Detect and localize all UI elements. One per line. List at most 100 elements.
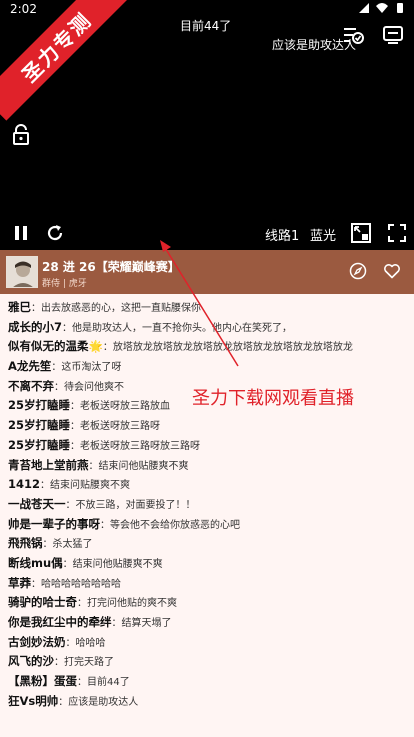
chat-text: 放塔放龙放塔放龙放塔放龙放塔放龙放塔放龙放塔放龙 bbox=[112, 342, 353, 354]
watermark-ribbon: 圣力专测 bbox=[0, 0, 131, 121]
chat-message: 一战苍天一：不放三路，对面要投了！！ bbox=[8, 493, 414, 513]
chat-message: 骑驴的哈士奇：打完问他贴的爽不爽 bbox=[8, 591, 414, 611]
heart-icon bbox=[384, 264, 400, 279]
chat-message: 你是我红尘中的牵绊：结算天塌了 bbox=[8, 611, 414, 631]
status-time: 2:02 bbox=[10, 2, 37, 16]
chat-text: 待会问他爽不 bbox=[64, 381, 124, 393]
fullscreen-icon bbox=[388, 224, 406, 242]
chat-username[interactable]: 雅巳 bbox=[8, 300, 31, 314]
chat-message: 雅巳：出去放惑恶的心，这把一直贴腰保你 bbox=[8, 296, 414, 316]
chat-message: 青苔地上堂前燕：结束问他贴腰爽不爽 bbox=[8, 454, 414, 474]
refresh-button[interactable] bbox=[42, 220, 68, 246]
chat-separator: ： bbox=[70, 421, 81, 433]
chat-username[interactable]: 成长的小7 bbox=[8, 320, 62, 334]
chat-text: 哈哈哈哈哈哈哈哈 bbox=[41, 578, 121, 590]
chat-separator: ： bbox=[40, 480, 51, 492]
wifi-icon bbox=[376, 3, 388, 13]
chat-message: 狂Vs明帅：应该是助攻达人 bbox=[8, 690, 414, 710]
chat-username[interactable]: 草莽 bbox=[8, 576, 31, 590]
chat-text: 杀太猛了 bbox=[52, 539, 93, 551]
chat-separator: ： bbox=[51, 362, 62, 374]
chat-separator: ： bbox=[31, 303, 41, 314]
chat-username[interactable]: 飛飛锅 bbox=[8, 536, 43, 550]
chat-text: 老板送呀放三路呀放三路呀 bbox=[80, 440, 201, 452]
follow-button[interactable] bbox=[383, 262, 401, 284]
chat-separator: ： bbox=[100, 519, 110, 531]
fullscreen-button[interactable] bbox=[384, 220, 410, 246]
line-select[interactable]: 线路1 bbox=[265, 225, 299, 244]
chat-message: 飛飛锅：杀太猛了 bbox=[8, 532, 414, 552]
chat-separator: ： bbox=[102, 342, 113, 354]
chat-username[interactable]: 不离不弃 bbox=[8, 379, 54, 393]
chat-text: 结算天塌了 bbox=[121, 618, 172, 629]
chat-username[interactable]: 1412 bbox=[8, 477, 40, 491]
lock-button[interactable] bbox=[8, 122, 34, 148]
chat-message: 【黑粉】蛋蛋：目前44了 bbox=[8, 670, 414, 690]
chat-separator: ： bbox=[70, 401, 81, 413]
player-top-actions bbox=[340, 22, 406, 48]
chat-separator: ： bbox=[65, 499, 76, 511]
pause-button[interactable] bbox=[8, 220, 34, 246]
room-subtitle: 群侍 | 虎牙 bbox=[42, 279, 87, 289]
chat-separator: ： bbox=[54, 657, 64, 669]
chat-text: 他是助攻达人，一直不抢你头。他内心在笑死了， bbox=[72, 322, 293, 334]
status-icons bbox=[358, 2, 406, 14]
chat-text: 出去放惑恶的心，这把一直贴腰保你 bbox=[41, 303, 201, 314]
chat-username[interactable]: 25岁打瞌睡 bbox=[8, 418, 70, 432]
chat-text: 老板送呀放三路放血 bbox=[80, 401, 171, 413]
chat-username[interactable]: 骑驴的哈士奇 bbox=[8, 595, 77, 609]
chat-message: 1412：结束问贴腰爽不爽 bbox=[8, 473, 414, 493]
chat-message: 25岁打瞌睡：老板送呀放三路呀放三路呀 bbox=[8, 434, 414, 454]
chat-text: 应该是助攻达人 bbox=[68, 696, 139, 708]
chat-separator: ： bbox=[111, 618, 122, 629]
lock-icon bbox=[13, 124, 29, 145]
danmaku-settings-button[interactable] bbox=[340, 22, 366, 48]
chat-username[interactable]: 断线mu偶 bbox=[8, 556, 63, 570]
chat-username[interactable]: 风飞的沙 bbox=[8, 654, 54, 668]
chat-message: 25岁打瞌睡：老板送呀放三路呀 bbox=[8, 414, 414, 434]
chat-username[interactable]: 一战苍天一 bbox=[8, 497, 66, 511]
player-controls: 线路1 蓝光 bbox=[0, 218, 414, 246]
chat-text: 打完天路了 bbox=[64, 657, 114, 669]
chat-separator: ： bbox=[77, 598, 87, 610]
chat-text: 等会他不会给你放惑恶的心吧 bbox=[110, 519, 240, 531]
danmaku-comment: 目前44了 bbox=[180, 19, 232, 33]
chat-separator: ： bbox=[58, 696, 69, 708]
settings-icon bbox=[344, 28, 364, 44]
chat-username[interactable]: 【黑粉】蛋蛋 bbox=[8, 674, 77, 688]
chat-message: 草莽：哈哈哈哈哈哈哈哈 bbox=[8, 572, 414, 592]
chat-username[interactable]: A龙先笙 bbox=[8, 359, 51, 373]
chat-username[interactable]: 狂Vs明帅 bbox=[8, 694, 58, 708]
chat-message: 风飞的沙：打完天路了 bbox=[8, 650, 414, 670]
room-title: 28 进 26【荣耀巅峰赛】 bbox=[42, 260, 180, 274]
chat-message: 断线mu偶：结束问他贴腰爽不爽 bbox=[8, 552, 414, 572]
pip-button[interactable] bbox=[348, 220, 374, 246]
chat-separator: ： bbox=[31, 578, 41, 590]
anchor-avatar[interactable] bbox=[6, 256, 38, 288]
video-player[interactable]: 2:02 目前44了 应该是助攻达人 线路1 蓝光 圣力专测 bbox=[0, 0, 414, 250]
room-header: 28 进 26【荣耀巅峰赛】 群侍 | 虎牙 bbox=[0, 250, 414, 294]
chat-username[interactable]: 你是我红尘中的牵绊 bbox=[8, 615, 112, 629]
chat-text: 不放三路，对面要投了！！ bbox=[75, 499, 196, 511]
chat-message: 成长的小7：他是助攻达人，一直不抢你头。他内心在笑死了， bbox=[8, 316, 414, 336]
chat-username[interactable]: 25岁打瞌睡 bbox=[8, 398, 70, 412]
chat-separator: ： bbox=[77, 677, 87, 689]
chat-text: 老板送呀放三路呀 bbox=[80, 421, 161, 433]
chat-text: 这币淘汰了呀 bbox=[61, 362, 122, 374]
chat-username[interactable]: 青苔地上堂前燕 bbox=[8, 458, 89, 472]
chat-username[interactable]: 古剑妙法奶 bbox=[8, 635, 66, 649]
cast-button[interactable] bbox=[380, 22, 406, 48]
refresh-icon bbox=[47, 225, 63, 241]
chat-username[interactable]: 似有似无的温柔🌟 bbox=[8, 339, 103, 353]
quality-select[interactable]: 蓝光 bbox=[310, 225, 336, 244]
chat-list[interactable]: 雅巳：出去放惑恶的心，这把一直贴腰保你 成长的小7：他是助攻达人，一直不抢你头。他… bbox=[0, 294, 414, 737]
chat-username[interactable]: 25岁打瞌睡 bbox=[8, 438, 70, 452]
cast-icon bbox=[383, 26, 403, 44]
chat-username[interactable]: 帅是一辈子的事呀 bbox=[8, 517, 100, 531]
chat-separator: ： bbox=[88, 460, 99, 472]
chat-text: 结束问他贴腰爽不爽 bbox=[98, 460, 189, 472]
chat-separator: ： bbox=[62, 558, 73, 570]
promo-annotation: 圣力下载网观看直播 bbox=[192, 388, 354, 409]
explore-button[interactable] bbox=[349, 262, 367, 284]
chat-separator: ： bbox=[62, 322, 73, 334]
